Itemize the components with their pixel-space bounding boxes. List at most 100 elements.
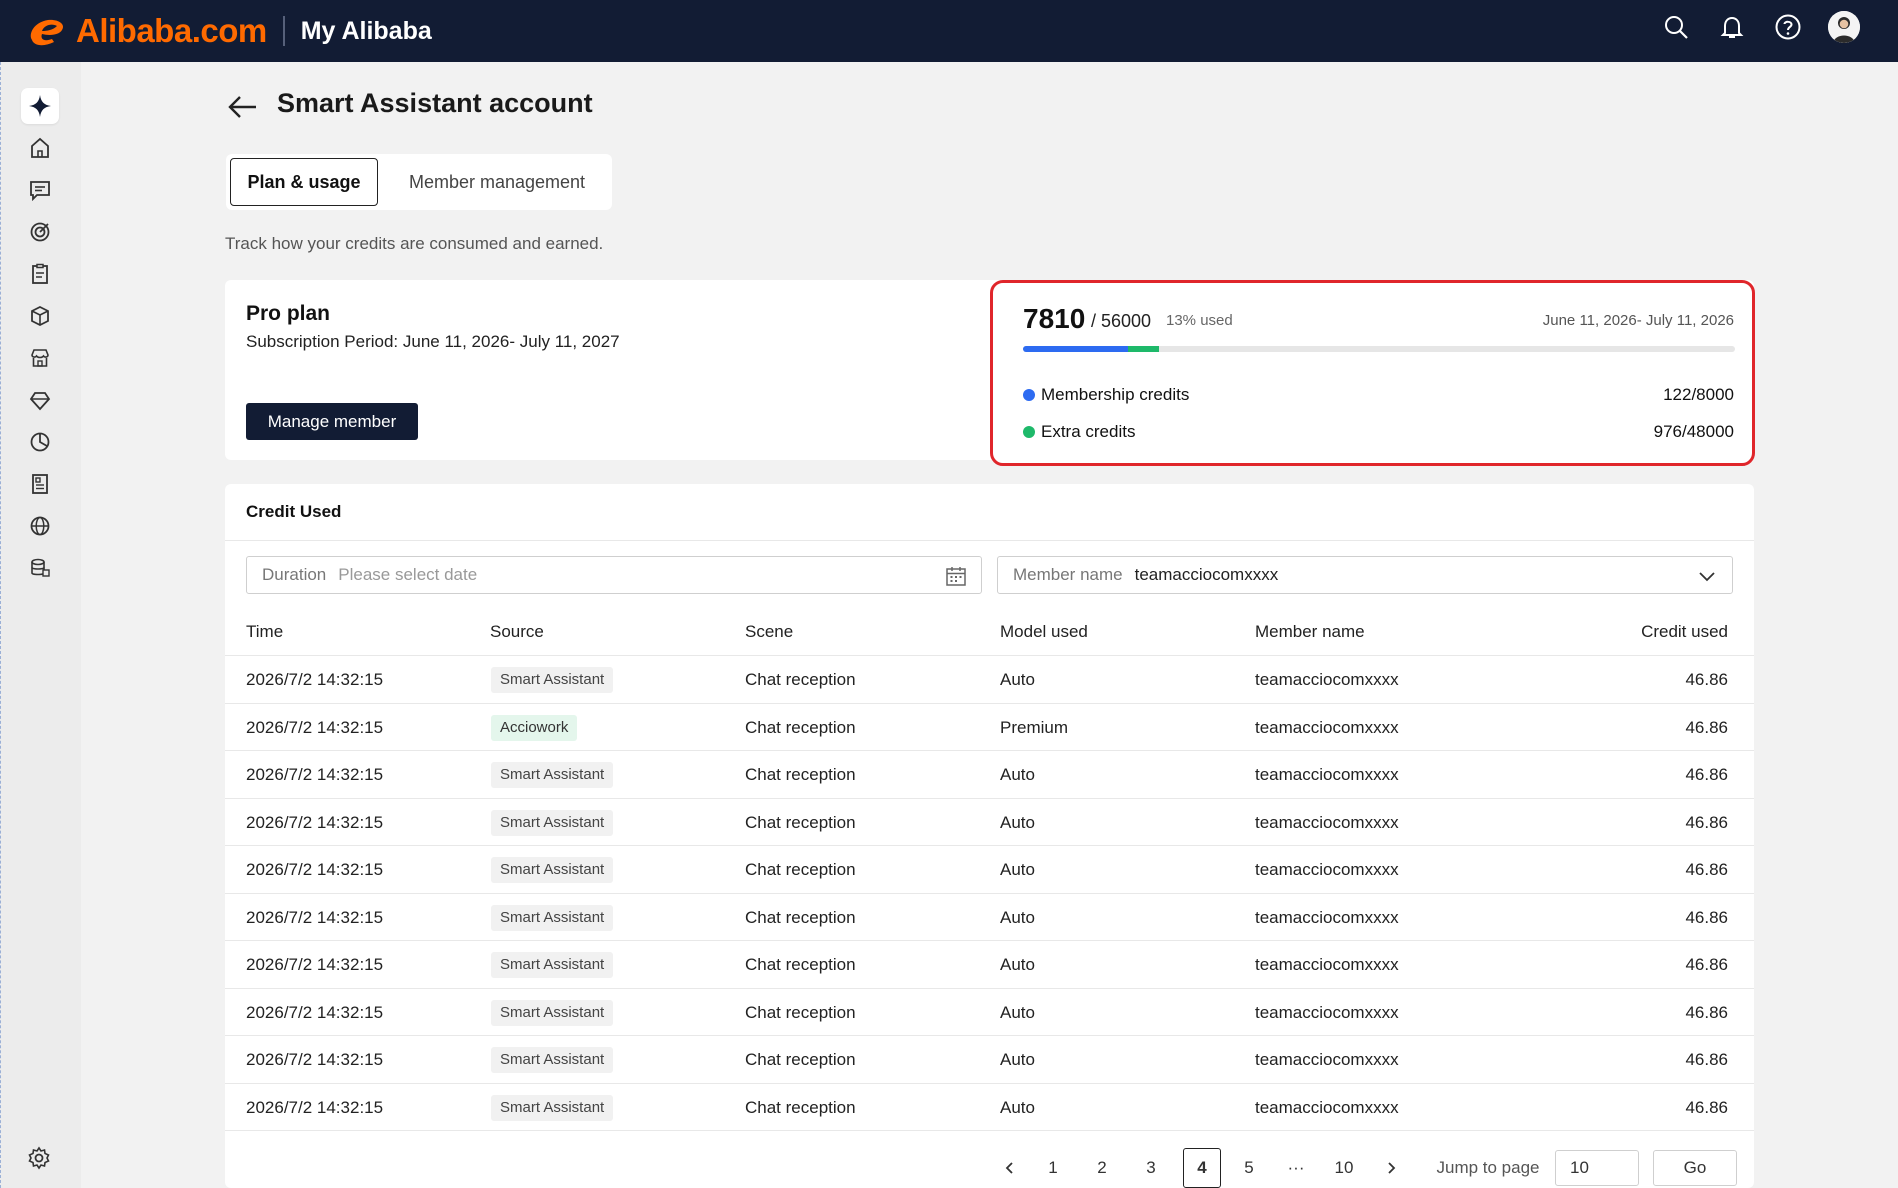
source-badge: Smart Assistant xyxy=(491,809,614,836)
cell-scene: Chat reception xyxy=(745,1097,856,1117)
member-name-label: Member name xyxy=(1013,565,1123,584)
manage-member-button[interactable]: Manage member xyxy=(246,403,418,440)
cell-scene: Chat reception xyxy=(745,955,856,974)
tab-member-management[interactable]: Member management xyxy=(392,158,602,206)
message-icon[interactable] xyxy=(21,172,59,208)
source-badge: Smart Assistant xyxy=(491,904,614,931)
target-icon[interactable] xyxy=(21,214,59,250)
source-badge: Acciowork xyxy=(491,714,578,741)
cell-credit-used: 46.86 xyxy=(1685,765,1728,784)
page-10[interactable]: 10 xyxy=(1327,1148,1361,1188)
database-icon[interactable] xyxy=(21,550,59,586)
table-row: 2026/7/2 14:32:15 Smart Assistant Chat rec… xyxy=(225,941,1754,989)
extra-credits-value: 976/48000 xyxy=(1653,422,1734,441)
page-2[interactable]: 2 xyxy=(1087,1148,1117,1188)
cell-time: 2026/7/2 14:32:15 xyxy=(246,955,384,974)
member-name-value: teamacciocomxxxx xyxy=(1134,565,1279,584)
col-time: Time xyxy=(246,622,284,641)
cell-time: 2026/7/2 14:32:15 xyxy=(246,907,384,927)
duration-field[interactable]: Duration Please select date xyxy=(246,556,982,594)
cell-model: Auto xyxy=(1000,860,1035,879)
tab-plan-usage[interactable]: Plan & usage xyxy=(230,158,378,206)
top-bar: Alibaba.com My Alibaba xyxy=(0,0,1898,62)
membership-credits-value: 122/8000 xyxy=(1663,385,1734,404)
avatar[interactable] xyxy=(1828,11,1860,43)
brand-name: Alibaba.com xyxy=(76,12,267,49)
jump-page-input[interactable]: 10 xyxy=(1555,1150,1639,1186)
cell-member-name: teamacciocomxxxx xyxy=(1255,955,1399,974)
search-icon[interactable] xyxy=(1660,11,1692,43)
cell-member-name: teamacciocomxxxx xyxy=(1255,1097,1399,1117)
page-5[interactable]: 5 xyxy=(1234,1148,1264,1188)
home-icon[interactable] xyxy=(21,130,59,166)
gear-icon[interactable] xyxy=(27,1146,53,1172)
cell-scene: Chat reception xyxy=(745,1002,856,1022)
cell-credit-used: 46.86 xyxy=(1685,955,1728,974)
cell-time: 2026/7/2 14:32:15 xyxy=(246,1050,384,1069)
table-row: 2026/7/2 14:32:15 Smart Assistant Chat rec… xyxy=(225,751,1754,799)
source-badge: Smart Assistant xyxy=(491,857,614,883)
bell-icon[interactable] xyxy=(1716,11,1748,43)
sidebar xyxy=(0,62,81,1188)
cell-scene: Chat reception xyxy=(745,907,856,927)
chevron-down-icon[interactable] xyxy=(1696,565,1718,587)
cell-scene: Chat reception xyxy=(745,1050,856,1069)
cell-time: 2026/7/2 14:32:15 xyxy=(246,670,384,689)
cell-member-name: teamacciocomxxxx xyxy=(1255,717,1399,737)
cell-scene: Chat reception xyxy=(745,670,856,689)
cell-model: Auto xyxy=(1000,907,1035,927)
cell-model: Auto xyxy=(1000,1050,1035,1069)
alibaba-logo[interactable]: Alibaba.com xyxy=(26,12,267,50)
calendar-icon[interactable] xyxy=(945,565,967,587)
store-icon[interactable] xyxy=(21,340,59,376)
extra-credits-fill xyxy=(1128,346,1159,352)
page-ellipsis[interactable]: ··· xyxy=(1281,1148,1311,1188)
table-row: 2026/7/2 14:32:15 Smart Assistant Chat rec… xyxy=(225,989,1754,1036)
member-name-select[interactable]: Member name teamacciocomxxxx xyxy=(997,556,1733,594)
cell-member-name: teamacciocomxxxx xyxy=(1255,860,1399,879)
box-icon[interactable] xyxy=(21,298,59,334)
cell-time: 2026/7/2 14:32:15 xyxy=(246,1097,384,1117)
page-4-current[interactable]: 4 xyxy=(1183,1148,1221,1188)
help-icon[interactable] xyxy=(1772,11,1804,43)
globe-icon[interactable] xyxy=(21,508,59,544)
table-row: 2026/7/2 14:32:15 Smart Assistant Chat rec… xyxy=(225,846,1754,894)
cell-time: 2026/7/2 14:32:15 xyxy=(246,860,384,879)
cell-scene: Chat reception xyxy=(745,765,856,784)
cell-credit-used: 46.86 xyxy=(1685,907,1728,927)
tag-icon[interactable] xyxy=(21,382,59,418)
cell-time: 2026/7/2 14:32:15 xyxy=(246,812,384,832)
cell-scene: Chat reception xyxy=(745,812,856,832)
col-member-name: Member name xyxy=(1255,622,1365,641)
tab-bar: Plan & usage Member management xyxy=(226,154,612,210)
credits-progress-bar xyxy=(1023,346,1735,352)
next-page-icon[interactable] xyxy=(1376,1148,1406,1188)
source-badge: Smart Assistant xyxy=(491,1047,614,1073)
table-row: 2026/7/2 14:32:15 Smart Assistant Chat rec… xyxy=(225,894,1754,941)
cell-scene: Chat reception xyxy=(745,717,856,737)
report-icon[interactable] xyxy=(21,466,59,502)
clipboard-icon[interactable] xyxy=(21,256,59,292)
cell-credit-used: 46.86 xyxy=(1685,717,1728,737)
chart-pie-icon[interactable] xyxy=(21,424,59,460)
membership-dot-icon xyxy=(1023,389,1035,401)
back-arrow-icon[interactable] xyxy=(226,90,260,124)
source-badge: Smart Assistant xyxy=(491,762,614,788)
cell-time: 2026/7/2 14:32:15 xyxy=(246,765,384,784)
plan-name: Pro plan xyxy=(246,302,331,325)
extra-credits-label: Extra credits xyxy=(1041,422,1136,441)
go-button[interactable]: Go xyxy=(1653,1150,1737,1186)
page-1[interactable]: 1 xyxy=(1038,1148,1068,1188)
cell-credit-used: 46.86 xyxy=(1685,1097,1728,1117)
col-source: Source xyxy=(490,622,544,641)
cell-model: Auto xyxy=(1000,955,1035,974)
prev-page-icon[interactable] xyxy=(995,1148,1025,1188)
page-3[interactable]: 3 xyxy=(1136,1148,1166,1188)
cell-scene: Chat reception xyxy=(745,860,856,879)
table-header: Time Source Scene Model used Member name… xyxy=(225,608,1754,656)
credit-summary: 7810 / 56000 13% used June 11, 2026- Jul… xyxy=(990,280,1755,466)
col-scene: Scene xyxy=(745,622,794,641)
sparkle-icon[interactable] xyxy=(21,88,59,124)
col-model: Model used xyxy=(1000,622,1088,641)
credits-used: 7810 xyxy=(1023,303,1086,334)
